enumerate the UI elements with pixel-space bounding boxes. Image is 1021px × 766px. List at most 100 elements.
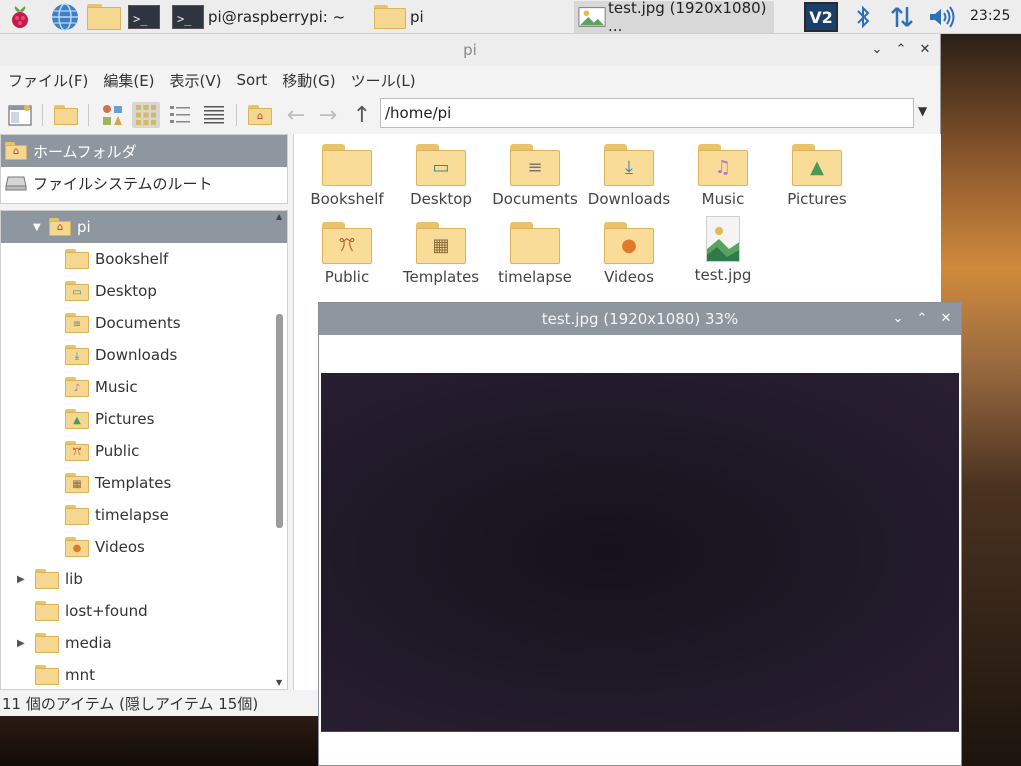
scrollbar-thumb[interactable]: [276, 314, 283, 528]
folder-icon: [510, 222, 560, 264]
scroll-down-icon[interactable]: ▼: [276, 678, 282, 687]
drive-icon: [5, 176, 27, 191]
item-videos[interactable]: ● Videos: [582, 222, 676, 286]
thumbnail-view-icon: [103, 105, 122, 125]
viewer-titlebar[interactable]: test.jpg (1920x1080) 33% ⌄ ⌃ ✕: [319, 303, 961, 335]
item-documents[interactable]: ≡ Documents: [488, 144, 582, 208]
bluetooth-icon[interactable]: [850, 2, 876, 32]
back-button[interactable]: ←: [282, 102, 310, 128]
menu-view[interactable]: 表示(V): [170, 70, 222, 91]
maximize-button[interactable]: ⌃: [892, 40, 910, 60]
item-pictures[interactable]: ▲ Pictures: [770, 144, 864, 208]
expand-arrow-icon[interactable]: ▶: [17, 574, 25, 585]
desktop-folder-icon: ▭: [416, 144, 466, 186]
place-root[interactable]: ファイルシステムのルート: [1, 167, 287, 199]
tree-item-timelapse[interactable]: timelapse: [1, 499, 287, 531]
home-icon: ⌂: [5, 142, 27, 160]
path-input[interactable]: [380, 98, 914, 128]
file-manager-icon[interactable]: [86, 2, 122, 32]
new-folder-button[interactable]: [52, 102, 80, 128]
viewer-minimize-button[interactable]: ⌄: [889, 309, 907, 329]
item-desktop[interactable]: ▭ Desktop: [394, 144, 488, 208]
view-compact-button[interactable]: [166, 102, 194, 128]
path-history-dropdown[interactable]: ▼: [918, 104, 927, 118]
tree-item-downloads[interactable]: ⤓ Downloads: [1, 339, 287, 371]
up-button[interactable]: ↑: [348, 102, 376, 128]
back-arrow-icon: ←: [286, 102, 306, 128]
folder-icon: [322, 144, 372, 186]
clock[interactable]: 23:25: [970, 8, 1010, 24]
tree-item-lost-found[interactable]: lost+found: [1, 595, 287, 627]
public-folder-icon: ꔫ: [322, 222, 372, 264]
menu-tools[interactable]: ツール(L): [351, 70, 416, 91]
folder-icon: [35, 665, 59, 685]
tree-item-templates[interactable]: ▦ Templates: [1, 467, 287, 499]
forward-arrow-icon: →: [318, 102, 338, 128]
raspberry-menu-icon[interactable]: [4, 2, 36, 32]
view-list-button[interactable]: [200, 102, 228, 128]
viewer-close-button[interactable]: ✕: [937, 309, 955, 329]
home-folder-icon: ⌂: [248, 105, 272, 125]
tree-item-videos[interactable]: ● Videos: [1, 531, 287, 563]
pictures-folder-icon: ▲: [65, 409, 89, 429]
item-public[interactable]: ꔫ Public: [300, 222, 394, 286]
tree-scrollbar[interactable]: ▲ ▼: [274, 210, 286, 690]
tree-item-public[interactable]: ꔫ Public: [1, 435, 287, 467]
vnc-icon[interactable]: V2: [803, 2, 839, 32]
tree-item-lib[interactable]: ▶ lib: [1, 563, 287, 595]
network-icon[interactable]: [886, 2, 918, 32]
web-browser-icon[interactable]: [48, 2, 82, 32]
displayed-image[interactable]: [321, 373, 959, 732]
music-folder-icon: ♫: [698, 144, 748, 186]
desktop-wallpaper-bottom: [0, 716, 320, 766]
list-view-icon: [204, 106, 224, 124]
volume-icon[interactable]: [926, 2, 958, 32]
new-window-button[interactable]: [6, 102, 34, 128]
folder-icon: [65, 505, 89, 525]
collapse-arrow-icon[interactable]: ▼: [33, 222, 41, 233]
item-music[interactable]: ♫ Music: [676, 144, 770, 208]
task-image-viewer[interactable]: test.jpg (1920x1080) ...: [574, 0, 774, 35]
close-button[interactable]: ✕: [916, 40, 934, 60]
item-templates[interactable]: ▦ Templates: [394, 222, 488, 286]
viewer-maximize-button[interactable]: ⌃: [913, 309, 931, 329]
tree-item-pi[interactable]: ▼ ⌂ pi: [1, 211, 287, 243]
documents-folder-icon: ≡: [65, 313, 89, 333]
item-timelapse[interactable]: timelapse: [488, 222, 582, 286]
tree-item-documents[interactable]: ≡ Documents: [1, 307, 287, 339]
task-terminal[interactable]: >_ pi@raspberrypi: ~: [170, 1, 366, 33]
view-thumbnails-button[interactable]: [98, 102, 126, 128]
videos-folder-icon: ●: [65, 537, 89, 557]
home-button[interactable]: ⌂: [246, 102, 274, 128]
tree-item-bookshelf[interactable]: Bookshelf: [1, 243, 287, 275]
item-bookshelf[interactable]: Bookshelf: [300, 144, 394, 208]
menu-sort[interactable]: Sort: [237, 71, 268, 89]
public-folder-icon: ꔫ: [65, 441, 89, 461]
view-icons-button[interactable]: [132, 102, 160, 128]
scroll-up-icon[interactable]: ▲: [276, 212, 282, 221]
folder-icon: [35, 569, 59, 589]
tree-item-music[interactable]: ♪ Music: [1, 371, 287, 403]
tree-item-pictures[interactable]: ▲ Pictures: [1, 403, 287, 435]
tree-item-mnt[interactable]: mnt: [1, 659, 287, 689]
downloads-folder-icon: ⤓: [604, 144, 654, 186]
menu-edit[interactable]: 編集(E): [103, 70, 154, 91]
menu-file[interactable]: ファイル(F): [8, 70, 88, 91]
pictures-folder-icon: ▲: [792, 144, 842, 186]
terminal-icon[interactable]: >_: [126, 2, 162, 32]
tree-item-media[interactable]: ▶ media: [1, 627, 287, 659]
item-test-jpg[interactable]: test.jpg: [676, 216, 770, 284]
window-title: pi: [463, 41, 477, 59]
tree-item-desktop[interactable]: ▭ Desktop: [1, 275, 287, 307]
minimize-button[interactable]: ⌄: [868, 40, 886, 60]
expand-arrow-icon[interactable]: ▶: [17, 638, 25, 649]
forward-button[interactable]: →: [314, 102, 342, 128]
window-titlebar[interactable]: pi ⌄ ⌃ ✕: [0, 34, 940, 66]
viewer-title: test.jpg (1920x1080) 33%: [541, 310, 739, 328]
place-root-label: ファイルシステムのルート: [33, 174, 213, 193]
item-downloads[interactable]: ⤓ Downloads: [582, 144, 676, 208]
menu-go[interactable]: 移動(G): [282, 70, 335, 91]
place-home[interactable]: ⌂ ホームフォルダ: [1, 135, 287, 167]
task-file-manager[interactable]: pi: [372, 1, 570, 33]
image-file-icon: [578, 7, 606, 27]
